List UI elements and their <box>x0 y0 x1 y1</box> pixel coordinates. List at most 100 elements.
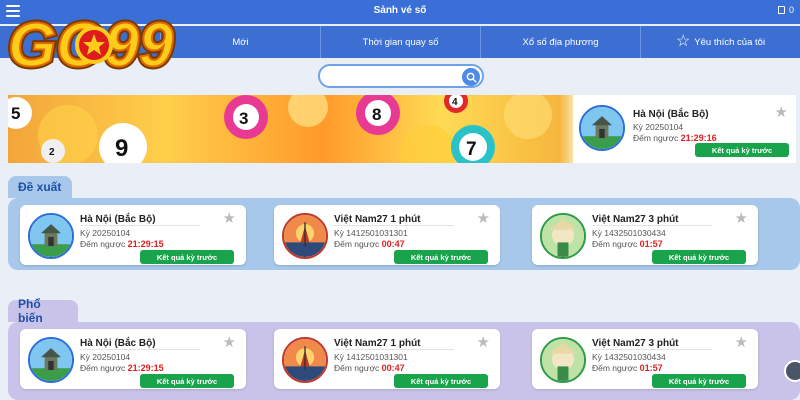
countdown-value: 00:47 <box>381 363 405 373</box>
svg-text:7: 7 <box>466 139 477 160</box>
lottery-name: Hà Nội (Bắc Bộ) <box>80 338 156 349</box>
favorite-star-icon[interactable]: ★ <box>735 335 748 350</box>
ball-7: 7 <box>451 125 495 163</box>
lottery-name: Việt Nam27 1 phút <box>334 338 421 349</box>
svg-text:8: 8 <box>372 105 381 124</box>
previous-result-button[interactable]: Kết quả kỳ trước <box>394 374 488 388</box>
countdown-row: Đếm ngược 01:57 <box>592 239 663 249</box>
lottery-period: Kỳ 20250104 <box>80 228 131 238</box>
countdown-label: Đếm ngược <box>633 133 679 143</box>
ball-2: 3 <box>224 95 268 139</box>
countdown-label: Đếm ngược <box>592 239 638 249</box>
lottery-period: Kỳ 20250104 <box>633 122 684 132</box>
tab-label: Mới <box>232 36 249 48</box>
lottery-card[interactable]: Việt Nam27 1 phút Kỳ 1412501031301 Đếm ngư… <box>274 329 500 389</box>
banner[interactable]: 5 3 8 4 9 2 7 Hà Nội (Bắc Bộ) Kỳ 2025010… <box>8 95 796 163</box>
lottery-avatar <box>282 213 328 259</box>
favorite-star-icon[interactable]: ★ <box>477 335 490 350</box>
lottery-card[interactable]: Việt Nam27 3 phút Kỳ 1432501030434 Đếm ngư… <box>532 329 758 389</box>
lottery-name: Việt Nam27 3 phút <box>592 338 679 349</box>
lottery-card[interactable]: Việt Nam27 3 phút Kỳ 1432501030434 Đếm ngư… <box>532 205 758 265</box>
previous-result-button[interactable]: Kết quả kỳ trước <box>394 250 488 264</box>
previous-result-button[interactable]: Kết quả kỳ trước <box>695 143 789 157</box>
svg-text:9: 9 <box>115 135 128 162</box>
favorite-star-icon[interactable]: ★ <box>477 211 490 226</box>
vietnam-boat-image <box>284 215 326 257</box>
wallet-value: 0 <box>788 5 794 15</box>
tab-draw-time[interactable]: Thời gian quay số <box>320 26 480 58</box>
divider <box>334 349 454 350</box>
lottery-avatar <box>540 337 586 383</box>
favorite-star-icon[interactable]: ★ <box>775 105 788 120</box>
previous-result-button[interactable]: Kết quả kỳ trước <box>652 250 746 264</box>
tab-label: Thời gian quay số <box>362 36 439 48</box>
section-popular: Hà Nội (Bắc Bộ) Kỳ 20250104 Đếm ngược 21:2… <box>8 322 800 400</box>
favorite-star-icon[interactable]: ★ <box>223 335 236 350</box>
divider <box>80 349 200 350</box>
countdown-value: 21:29:15 <box>127 239 164 249</box>
section-recommended: Hà Nội (Bắc Bộ) Kỳ 20250104 Đếm ngược 21:2… <box>8 198 800 270</box>
search-button[interactable] <box>462 68 480 86</box>
countdown-row: Đếm ngược 00:47 <box>334 363 405 373</box>
lottery-period: Kỳ 1432501030434 <box>592 228 666 238</box>
previous-result-button[interactable]: Kết quả kỳ trước <box>652 374 746 388</box>
countdown-value: 21:29:16 <box>680 133 717 143</box>
search-bar[interactable] <box>318 64 484 88</box>
lottery-avatar <box>282 337 328 383</box>
floating-action-button[interactable] <box>784 360 800 382</box>
hanoi-avatar <box>579 105 625 151</box>
countdown-label: Đếm ngược <box>592 363 638 373</box>
search-icon <box>466 72 477 83</box>
go99-logo[interactable]: GO99 GO99 <box>4 8 204 78</box>
countdown-row: Đếm ngược 21:29:15 <box>80 363 164 373</box>
countdown-label: Đếm ngược <box>80 363 126 373</box>
favorite-star-icon[interactable]: ★ <box>735 211 748 226</box>
lottery-card[interactable]: Hà Nội (Bắc Bộ) Kỳ 20250104 Đếm ngược 21:2… <box>20 329 246 389</box>
section-tab-popular: Phổ biến <box>8 297 78 325</box>
countdown-value: 01:57 <box>639 363 663 373</box>
hanoi-pagoda-image <box>30 339 72 381</box>
countdown-label: Đếm ngược <box>334 239 380 249</box>
lottery-name: Việt Nam27 1 phút <box>334 214 421 225</box>
featured-lottery-card[interactable]: Hà Nội (Bắc Bộ) Kỳ 20250104 Đếm ngược 21… <box>573 95 796 163</box>
countdown-row: Đếm ngược 21:29:15 <box>80 239 164 249</box>
tab-local-lottery[interactable]: Xổ số địa phương <box>480 26 640 58</box>
countdown-label: Đếm ngược <box>80 239 126 249</box>
svg-text:2: 2 <box>49 147 55 158</box>
previous-result-button[interactable]: Kết quả kỳ trước <box>140 250 234 264</box>
ball-4: 4 <box>444 95 468 113</box>
vietnam-boat-image <box>284 339 326 381</box>
section-tab-recommended: Đề xuất <box>8 176 72 198</box>
ball-1: 5 <box>8 97 32 129</box>
lottery-avatar <box>28 337 74 383</box>
ball-6: 2 <box>41 139 65 163</box>
star-outline-icon: ☆ <box>675 33 691 50</box>
lottery-period: Kỳ 1432501030434 <box>592 352 666 362</box>
vietnam-woman-image <box>542 215 584 257</box>
wallet[interactable]: 0 <box>777 5 794 15</box>
ball-5: 9 <box>99 123 147 163</box>
hanoi-pagoda-image <box>581 107 623 149</box>
lottery-period: Kỳ 20250104 <box>80 352 131 362</box>
divider <box>592 349 712 350</box>
search-input[interactable] <box>328 68 458 84</box>
section-title: Phổ biến <box>18 297 43 325</box>
countdown-row: Đếm ngược 01:57 <box>592 363 663 373</box>
countdown-label: Đếm ngược <box>334 363 380 373</box>
previous-result-button[interactable]: Kết quả kỳ trước <box>140 374 234 388</box>
vietnam-woman-image <box>542 339 584 381</box>
countdown-row: Đếm ngược 00:47 <box>334 239 405 249</box>
lottery-avatar <box>540 213 586 259</box>
divider <box>80 225 200 226</box>
countdown-row: Đếm ngược 21:29:16 <box>633 133 717 143</box>
lottery-name: Hà Nội (Bắc Bộ) <box>633 109 709 120</box>
wallet-icon <box>777 6 785 14</box>
countdown-value: 21:29:15 <box>127 363 164 373</box>
favorite-star-icon[interactable]: ★ <box>223 211 236 226</box>
lottery-card[interactable]: Việt Nam27 1 phút Kỳ 1412501031301 Đếm ngư… <box>274 205 500 265</box>
tab-favorites[interactable]: ☆ Yêu thích của tôi <box>640 26 800 58</box>
svg-text:5: 5 <box>11 104 20 123</box>
lottery-card[interactable]: Hà Nội (Bắc Bộ) Kỳ 20250104 Đếm ngược 21:2… <box>20 205 246 265</box>
tab-label: Yêu thích của tôi <box>694 36 766 48</box>
svg-text:4: 4 <box>452 97 458 108</box>
